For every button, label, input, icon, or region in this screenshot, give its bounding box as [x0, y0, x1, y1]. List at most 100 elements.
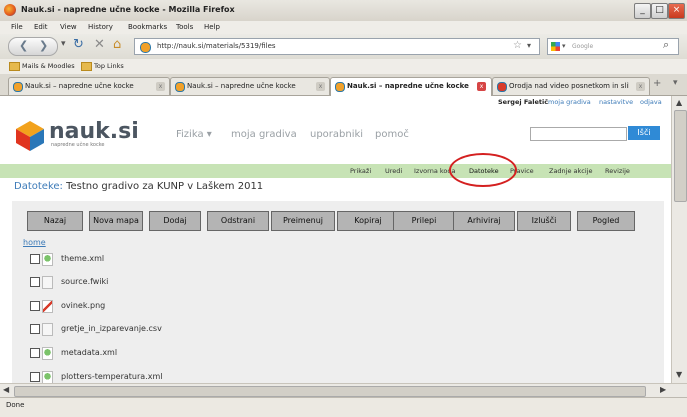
nav-fizika[interactable]: Fizika ▾ [176, 129, 212, 140]
scroll-left-icon[interactable]: ◀ [3, 385, 9, 394]
subnav-recent-actions[interactable]: Zadnje akcije [549, 167, 593, 175]
vertical-scroll-thumb[interactable] [674, 110, 687, 202]
google-icon [551, 42, 560, 51]
user-name[interactable]: Sergej Faletič [498, 98, 548, 106]
scroll-right-icon[interactable]: ▶ [660, 385, 666, 394]
file-checkbox[interactable] [30, 277, 40, 287]
tab-close-icon[interactable]: x [477, 82, 486, 91]
file-manager-panel: Nazaj Nova mapa Dodaj Odstrani Preimenuj… [12, 201, 664, 383]
search-button[interactable]: Išči [628, 126, 660, 140]
menu-file[interactable]: File [11, 23, 23, 31]
file-name[interactable]: ovinek.png [61, 301, 105, 310]
bookmark-star-icon[interactable]: ☆ [513, 40, 522, 51]
blank-file-icon [42, 323, 53, 336]
remove-button[interactable]: Odstrani [207, 211, 269, 231]
back-forward-buttons[interactable]: ❮ ❯ [8, 37, 58, 56]
scroll-down-icon[interactable]: ▼ [676, 370, 682, 379]
menu-edit[interactable]: Edit [34, 23, 48, 31]
minimize-button[interactable]: _ [634, 3, 651, 19]
subnav-revisions[interactable]: Revizije [605, 167, 630, 175]
menu-bar: File Edit View History Bookmarks Tools H… [0, 21, 687, 34]
tab-favicon-icon [335, 82, 345, 92]
nav-help[interactable]: pomoč [375, 129, 409, 140]
tab-label: Nauk.si – napredne učne kocke [25, 82, 134, 90]
window-title: Nauk.si - napredne učne kocke - Mozilla … [21, 5, 235, 14]
file-name[interactable]: metadata.xml [61, 348, 117, 357]
user-link-logout[interactable]: odjava [640, 98, 662, 106]
bookmark-mails-moodles[interactable]: Mails & Moodles [22, 62, 75, 70]
file-checkbox[interactable] [30, 254, 40, 264]
rename-button[interactable]: Preimenuj [271, 211, 335, 231]
back-button[interactable]: Nazaj [27, 211, 83, 231]
search-magnifier-icon[interactable]: ⌕ [663, 38, 669, 52]
tab-3-active[interactable]: Nauk.si – napredne učne kocke x [330, 77, 492, 96]
menu-bookmarks[interactable]: Bookmarks [128, 23, 167, 31]
file-name[interactable]: gretje_in_izparevanje.csv [61, 324, 162, 333]
history-dropdown-icon[interactable]: ▾ [61, 39, 66, 49]
navigation-bar: ❮ ❯ ▾ ↻ ✕ ⌂ http://nauk.si/materials/531… [0, 34, 687, 59]
maximize-button[interactable]: □ [651, 3, 668, 19]
file-checkbox[interactable] [30, 301, 40, 311]
logo-text[interactable]: nauk.si [49, 119, 139, 144]
folder-icon [81, 62, 92, 71]
stop-icon[interactable]: ✕ [94, 37, 105, 52]
file-name[interactable]: plotters-temperatura.xml [61, 372, 162, 381]
file-name[interactable]: theme.xml [61, 254, 104, 263]
search-engine-dropdown-icon[interactable]: ▾ [562, 42, 566, 50]
xml-file-icon [42, 253, 53, 266]
tab-4[interactable]: Orodja nad video posnetkom in sliko... x [492, 77, 650, 95]
tab-close-icon[interactable]: x [636, 82, 645, 91]
tab-favicon-icon [497, 82, 507, 92]
tab-close-icon[interactable]: x [316, 82, 325, 91]
paste-button[interactable]: Prilepi [393, 211, 455, 231]
horizontal-scroll-thumb[interactable] [14, 386, 646, 397]
back-icon[interactable]: ❮ [19, 39, 28, 52]
file-checkbox[interactable] [30, 372, 40, 382]
tab-list-icon[interactable]: ▾ [673, 78, 678, 88]
new-tab-icon[interactable]: + [653, 78, 661, 89]
scroll-up-icon[interactable]: ▲ [676, 98, 682, 107]
reload-icon[interactable]: ↻ [73, 37, 84, 52]
close-button[interactable]: × [668, 3, 685, 19]
extract-button[interactable]: Izlušči [517, 211, 571, 231]
menu-history[interactable]: History [88, 23, 113, 31]
site-search-input[interactable] [530, 127, 627, 141]
nav-my-materials[interactable]: moja gradiva [231, 129, 297, 140]
menu-tools[interactable]: Tools [176, 23, 193, 31]
tab-favicon-icon [175, 82, 185, 92]
url-dropdown-icon[interactable]: ▾ [527, 41, 531, 50]
vertical-scrollbar[interactable]: ▲ ▼ [671, 96, 687, 383]
bookmark-top-links[interactable]: Top Links [94, 62, 124, 70]
archive-button[interactable]: Arhiviraj [453, 211, 515, 231]
title-bar: Nauk.si - napredne učne kocke - Mozilla … [0, 0, 687, 22]
status-text: Done [6, 401, 25, 409]
nav-users[interactable]: uporabniki [310, 129, 363, 140]
search-engine-box[interactable]: ▾ Google [547, 38, 679, 55]
home-link[interactable]: home [23, 238, 46, 247]
file-name[interactable]: source.fwiki [61, 277, 108, 286]
subnav-show[interactable]: Prikaži [350, 167, 371, 175]
bookmarks-bar: Mails & Moodles Top Links [0, 59, 687, 75]
tab-close-icon[interactable]: x [156, 82, 165, 91]
home-icon[interactable]: ⌂ [113, 37, 121, 52]
copy-button[interactable]: Kopiraj [337, 211, 399, 231]
add-button[interactable]: Dodaj [149, 211, 201, 231]
horizontal-scrollbar[interactable]: ◀ ▶ [0, 383, 687, 398]
address-bar[interactable]: http://nauk.si/materials/5319/files ☆ ▾ [134, 38, 540, 55]
view-button[interactable]: Pogled [577, 211, 635, 231]
tab-2[interactable]: Nauk.si – napredne učne kocke x [170, 77, 330, 95]
page-content: Sergej Faletič moja gradiva nastavitve o… [0, 96, 671, 383]
user-link-settings[interactable]: nastavitve [599, 98, 633, 106]
tab-1[interactable]: Nauk.si – napredne učne kocke x [8, 77, 170, 95]
user-link-my-materials[interactable]: moja gradiva [548, 98, 591, 106]
forward-icon[interactable]: ❯ [39, 39, 48, 52]
new-folder-button[interactable]: Nova mapa [89, 211, 143, 231]
menu-help[interactable]: Help [204, 23, 220, 31]
menu-view[interactable]: View [60, 23, 77, 31]
file-checkbox[interactable] [30, 324, 40, 334]
nauk-logo-icon[interactable] [14, 120, 46, 152]
subnav-edit[interactable]: Uredi [385, 167, 402, 175]
file-checkbox[interactable] [30, 348, 40, 358]
url-text: http://nauk.si/materials/5319/files [157, 42, 276, 50]
logo-tagline: napredne učne kocke [51, 142, 105, 148]
